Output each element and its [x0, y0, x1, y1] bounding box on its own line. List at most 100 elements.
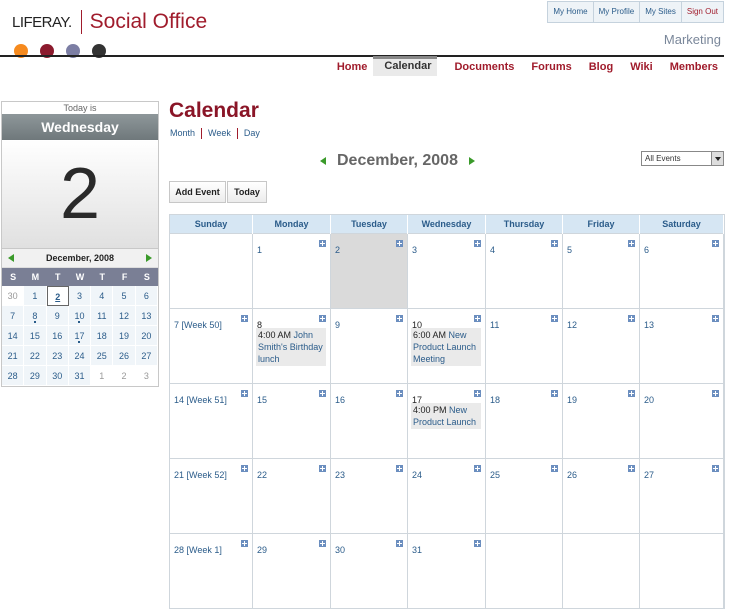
calendar-cell[interactable]: 20 [640, 384, 724, 459]
tab-home[interactable]: Home [320, 60, 368, 76]
mini-day[interactable]: 27 [135, 346, 158, 366]
add-event-plus-icon[interactable] [241, 315, 248, 322]
day-link[interactable]: 23 [335, 470, 345, 480]
calendar-cell[interactable]: 27 [640, 459, 724, 534]
calendar-cell[interactable]: 4 [486, 234, 563, 309]
mini-day[interactable]: 30 [46, 366, 69, 386]
calendar-cell[interactable]: 18 [486, 384, 563, 459]
add-event-button[interactable]: Add Event [169, 181, 226, 203]
mini-day[interactable]: 6 [135, 286, 158, 306]
tab-blog[interactable]: Blog [572, 60, 613, 76]
mini-day[interactable]: 19 [113, 326, 136, 346]
mini-day-today[interactable]: 2 [46, 286, 69, 306]
calendar-cell[interactable]: 29 [253, 534, 331, 609]
calendar-cell[interactable]: 31 [408, 534, 486, 609]
mini-day[interactable]: 22 [24, 346, 47, 366]
mini-day[interactable]: 9 [46, 306, 69, 326]
add-event-plus-icon[interactable] [396, 540, 403, 547]
calendar-cell[interactable]: 12 [563, 309, 640, 384]
today-button[interactable]: Today [227, 181, 267, 203]
calendar-cell[interactable]: 21 [Week 52] [170, 459, 253, 534]
mini-day[interactable]: 13 [135, 306, 158, 326]
mini-day[interactable]: 4 [91, 286, 114, 306]
add-event-plus-icon[interactable] [241, 465, 248, 472]
day-link[interactable]: 15 [257, 395, 267, 405]
mini-day[interactable]: 26 [113, 346, 136, 366]
calendar-cell[interactable]: 13 [640, 309, 724, 384]
day-link[interactable]: 18 [490, 395, 500, 405]
mini-day[interactable]: 15 [24, 326, 47, 346]
day-link[interactable]: 6 [644, 245, 649, 255]
calendar-cell[interactable]: 22 [253, 459, 331, 534]
day-link[interactable]: 27 [644, 470, 654, 480]
add-event-plus-icon[interactable] [628, 390, 635, 397]
calendar-cell[interactable]: 24 [408, 459, 486, 534]
tab-documents[interactable]: Documents [437, 60, 514, 76]
week-label-link[interactable]: 7 [Week 50] [174, 320, 222, 330]
day-link[interactable]: 19 [567, 395, 577, 405]
next-month-arrow-icon[interactable] [468, 157, 475, 165]
mini-day[interactable]: 8 [24, 306, 47, 326]
add-event-plus-icon[interactable] [319, 315, 326, 322]
add-event-plus-icon[interactable] [319, 540, 326, 547]
add-event-plus-icon[interactable] [551, 315, 558, 322]
view-week-link[interactable]: Week [208, 128, 231, 139]
mini-day[interactable]: 16 [46, 326, 69, 346]
logo[interactable]: LIFERAY. Social Office [12, 10, 207, 34]
add-event-plus-icon[interactable] [551, 390, 558, 397]
day-link[interactable]: 1 [257, 245, 262, 255]
tab-wiki[interactable]: Wiki [613, 60, 653, 76]
mini-day[interactable]: 10 [68, 306, 92, 326]
day-link[interactable]: 9 [335, 320, 340, 330]
day-link[interactable]: 16 [335, 395, 345, 405]
calendar-cell[interactable]: 30 [331, 534, 408, 609]
event-filter-select[interactable]: All Events [641, 151, 724, 166]
calendar-cell[interactable]: 11 [486, 309, 563, 384]
day-link[interactable]: 22 [257, 470, 267, 480]
calendar-cell[interactable]: 10 6:00 AM New Product Launch Meeting [408, 309, 486, 384]
mini-day[interactable]: 5 [113, 286, 136, 306]
add-event-plus-icon[interactable] [241, 390, 248, 397]
mini-day[interactable]: 12 [113, 306, 136, 326]
tab-calendar[interactable]: Calendar [373, 56, 438, 76]
add-event-plus-icon[interactable] [319, 390, 326, 397]
calendar-cell[interactable]: 5 [563, 234, 640, 309]
week-label-link[interactable]: 14 [Week 51] [174, 395, 227, 405]
add-event-plus-icon[interactable] [474, 540, 481, 547]
day-link[interactable]: 31 [412, 545, 422, 555]
add-event-plus-icon[interactable] [628, 465, 635, 472]
calendar-cell[interactable]: 9 [331, 309, 408, 384]
add-event-plus-icon[interactable] [319, 465, 326, 472]
mini-day[interactable]: 1 [91, 366, 114, 386]
add-event-plus-icon[interactable] [474, 465, 481, 472]
day-link[interactable]: 5 [567, 245, 572, 255]
prev-month-arrow-icon[interactable] [8, 254, 14, 262]
day-link[interactable]: 25 [490, 470, 500, 480]
mini-day[interactable]: 21 [2, 346, 25, 366]
add-event-plus-icon[interactable] [319, 240, 326, 247]
add-event-plus-icon[interactable] [396, 465, 403, 472]
week-label-link[interactable]: 21 [Week 52] [174, 470, 227, 480]
add-event-plus-icon[interactable] [712, 315, 719, 322]
calendar-cell[interactable]: 1 [253, 234, 331, 309]
calendar-cell[interactable]: 14 [Week 51] [170, 384, 253, 459]
calendar-cell[interactable]: 8 4:00 AM John Smith's Birthday lunch [253, 309, 331, 384]
day-link[interactable]: 13 [644, 320, 654, 330]
chevron-down-icon[interactable] [711, 152, 723, 165]
mini-day[interactable]: 18 [91, 326, 114, 346]
mini-day[interactable]: 30 [2, 286, 25, 306]
day-link[interactable]: 4 [490, 245, 495, 255]
calendar-cell[interactable]: 23 [331, 459, 408, 534]
tab-members[interactable]: Members [653, 60, 718, 76]
add-event-plus-icon[interactable] [712, 240, 719, 247]
calendar-cell[interactable]: 16 [331, 384, 408, 459]
mini-day[interactable]: 28 [2, 366, 25, 386]
mini-day[interactable]: 20 [135, 326, 158, 346]
mini-day[interactable]: 7 [2, 306, 25, 326]
mini-day[interactable]: 29 [24, 366, 47, 386]
week-label-link[interactable]: 28 [Week 1] [174, 545, 222, 555]
add-event-plus-icon[interactable] [241, 540, 248, 547]
next-month-arrow-icon[interactable] [146, 254, 152, 262]
add-event-plus-icon[interactable] [551, 240, 558, 247]
day-link[interactable]: 3 [412, 245, 417, 255]
